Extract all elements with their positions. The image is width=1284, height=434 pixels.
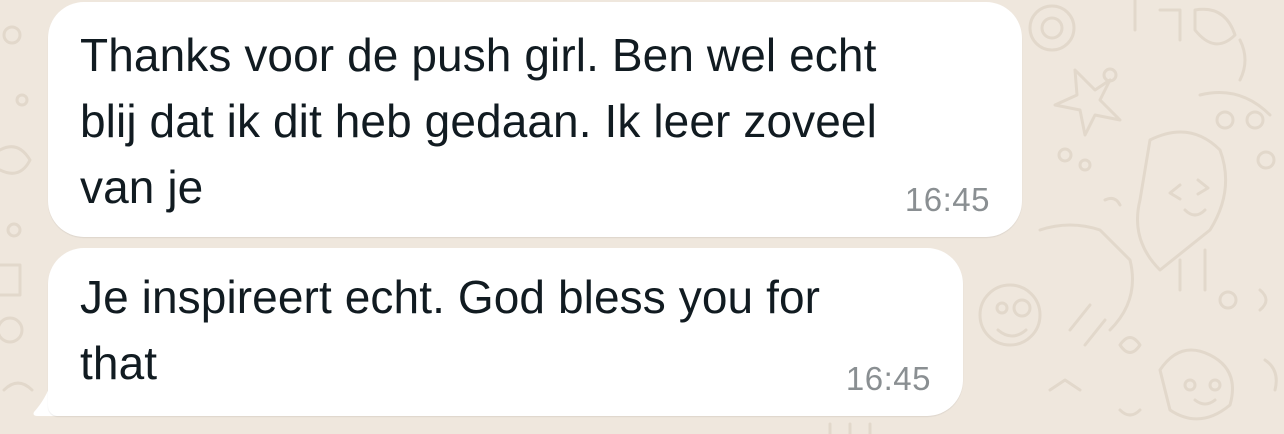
message-timestamp: 16:45: [845, 360, 931, 397]
message-text: Je inspireert echt. God bless you for th…: [80, 271, 821, 389]
message-text: Thanks voor de push girl. Ben wel echt b…: [80, 29, 877, 213]
message-bubble[interactable]: Thanks voor de push girl. Ben wel echt b…: [48, 2, 1022, 237]
message-timestamp: 16:45: [904, 181, 990, 218]
message-bubble[interactable]: Je inspireert echt. God bless you for th…: [48, 248, 963, 416]
